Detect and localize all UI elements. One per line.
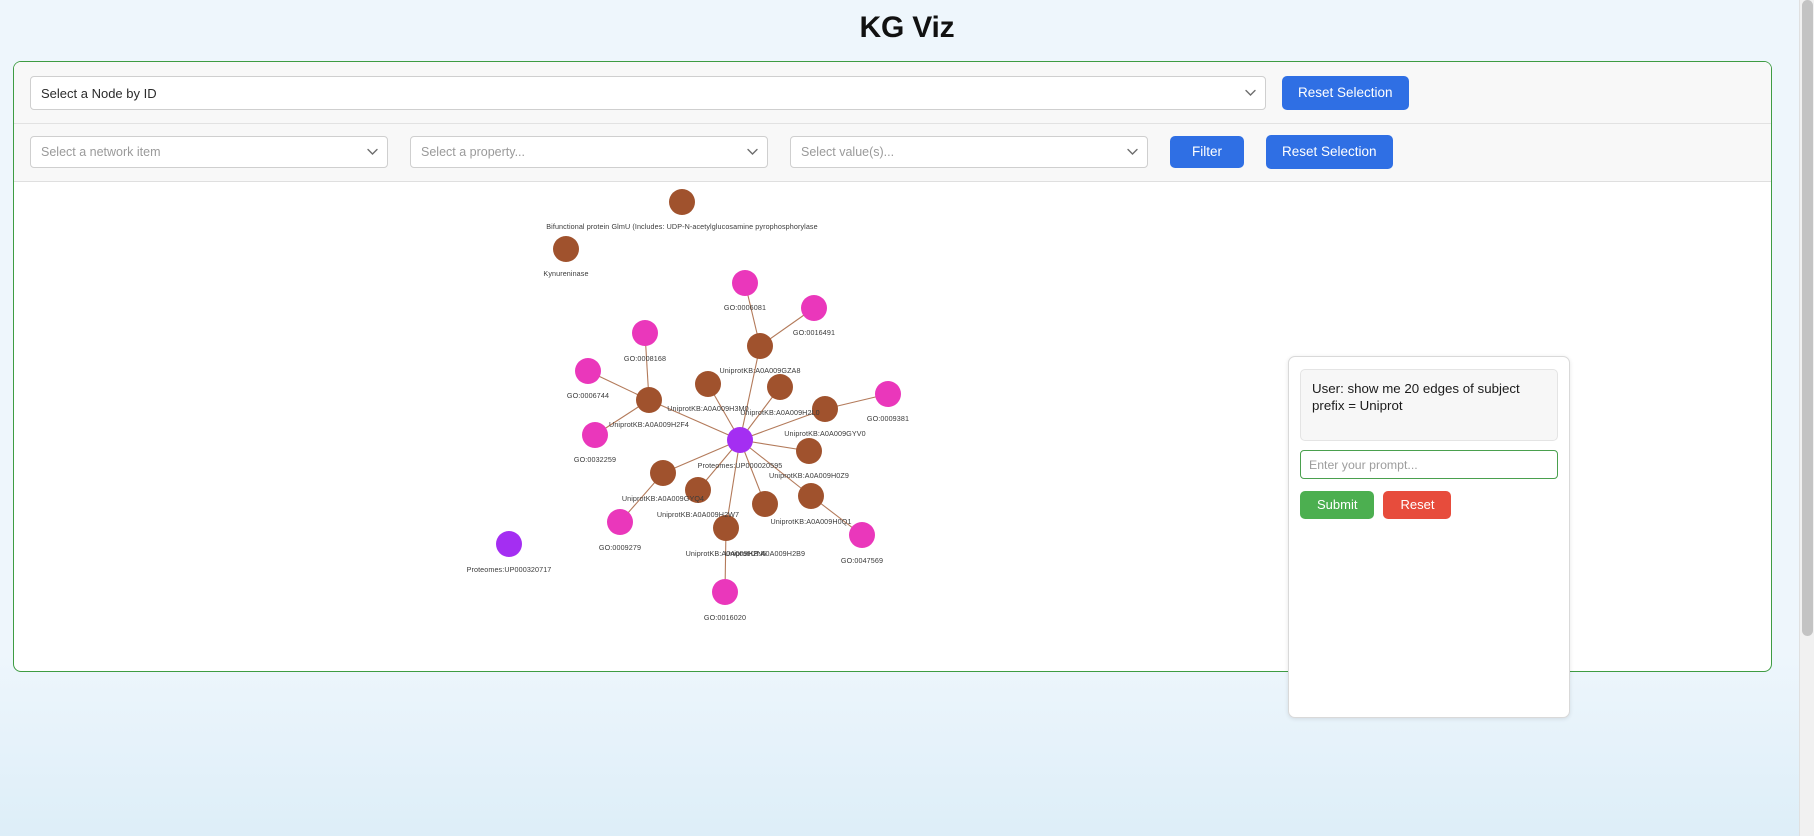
property-select[interactable]: Select a property...: [410, 136, 768, 168]
graph-node[interactable]: [732, 270, 758, 296]
chat-actions: Submit Reset: [1300, 491, 1558, 519]
graph-node[interactable]: [713, 515, 739, 541]
graph-node[interactable]: [582, 422, 608, 448]
chevron-down-icon: [747, 147, 758, 158]
graph-node[interactable]: [752, 491, 778, 517]
graph-node[interactable]: [636, 387, 662, 413]
graph-node[interactable]: [796, 438, 822, 464]
chevron-down-icon: [367, 147, 378, 158]
controls-area: Select a Node by ID Reset Selection Sele…: [14, 62, 1771, 182]
network-item-select[interactable]: Select a network item: [30, 136, 388, 168]
reset-selection-filter-button[interactable]: Reset Selection: [1266, 135, 1393, 169]
graph-node[interactable]: [632, 320, 658, 346]
value-select[interactable]: Select value(s)...: [790, 136, 1148, 168]
graph-node[interactable]: [685, 477, 711, 503]
chat-history: User: show me 20 edges of subject prefix…: [1300, 369, 1558, 441]
filter-row: Select a network item Select a property.…: [14, 124, 1771, 182]
graph-node[interactable]: [553, 236, 579, 262]
graph-node[interactable]: [575, 358, 601, 384]
filter-button[interactable]: Filter: [1170, 136, 1244, 168]
graph-node[interactable]: [607, 509, 633, 535]
graph-node[interactable]: [669, 189, 695, 215]
graph-node[interactable]: [747, 333, 773, 359]
chat-reset-button[interactable]: Reset: [1383, 491, 1452, 519]
graph-node[interactable]: [695, 371, 721, 397]
node-selection-row: Select a Node by ID Reset Selection: [14, 62, 1771, 124]
chat-prompt-input[interactable]: [1300, 450, 1558, 479]
property-select-value: Select a property...: [421, 145, 525, 159]
chevron-down-icon: [1245, 88, 1256, 99]
graph-node[interactable]: [727, 427, 753, 453]
graph-node[interactable]: [812, 396, 838, 422]
graph-edge: [725, 439, 741, 529]
node-id-select[interactable]: Select a Node by ID: [30, 76, 1266, 110]
chevron-down-icon: [1127, 147, 1138, 158]
graph-node[interactable]: [798, 483, 824, 509]
graph-node[interactable]: [496, 531, 522, 557]
chat-submit-button[interactable]: Submit: [1300, 491, 1375, 519]
value-select-value: Select value(s)...: [801, 145, 895, 159]
app-root: KG Viz Select a Node by ID Reset Selecti…: [0, 0, 1814, 836]
graph-node[interactable]: [801, 295, 827, 321]
graph-edge: [648, 399, 741, 441]
graph-node[interactable]: [767, 374, 793, 400]
graph-node[interactable]: [650, 460, 676, 486]
graph-node[interactable]: [849, 522, 875, 548]
chat-panel: User: show me 20 edges of subject prefix…: [1288, 356, 1570, 718]
node-id-select-value: Select a Node by ID: [41, 85, 157, 101]
scrollbar-thumb[interactable]: [1802, 0, 1813, 636]
reset-selection-top-button[interactable]: Reset Selection: [1282, 76, 1409, 110]
graph-node[interactable]: [875, 381, 901, 407]
page-title: KG Viz: [859, 11, 955, 44]
page-scrollbar[interactable]: [1799, 0, 1814, 836]
graph-node[interactable]: [712, 579, 738, 605]
graph-edge: [739, 408, 826, 441]
network-item-select-value: Select a network item: [41, 145, 161, 159]
